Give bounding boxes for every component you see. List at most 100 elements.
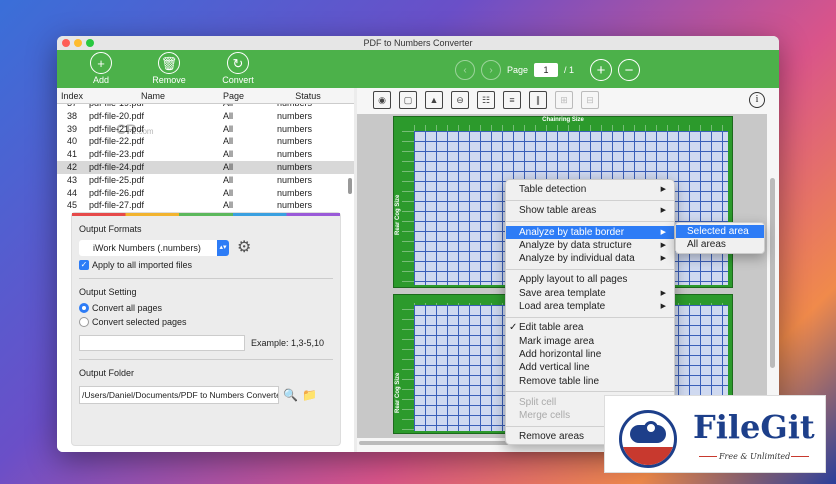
area-tools: ◉ ▢ ▲ ⊖ ☷ ≡ ∥ ⊞ ⊟ i: [357, 88, 779, 112]
vertical-line-icon[interactable]: ∥: [529, 91, 547, 109]
page-label: Page: [507, 65, 529, 75]
menu-item-table-detection[interactable]: Table detection ▶: [506, 183, 674, 196]
file-table-body: 37pdf-file-19.pdfAllnumbers38pdf-file-20…: [57, 104, 354, 212]
submenu-arrow-icon: ▶: [660, 186, 666, 193]
submenu-all-areas[interactable]: All areas: [676, 238, 764, 251]
format-select[interactable]: iWork Numbers (.numbers) ▴▾: [79, 240, 229, 256]
convert-all-radio[interactable]: Convert all pages: [79, 303, 333, 313]
menu-item-load-area-template[interactable]: Load area template ▶: [506, 300, 674, 313]
trash-icon: 🗑: [158, 52, 180, 74]
range-example: Example: 1,3-5,10: [251, 338, 325, 348]
table-row[interactable]: 41 pdf-file-23.pdf All numbers: [57, 148, 354, 161]
checkmark-icon: ✓: [509, 322, 518, 334]
output-setting-title: Output Setting: [79, 287, 137, 297]
remove-area-icon[interactable]: ⊖: [451, 91, 469, 109]
submenu-arrow-icon: ▶: [660, 241, 666, 249]
cell-name: pdf-file-24.pdf: [89, 161, 145, 172]
submenu: Selected area All areas: [675, 222, 765, 254]
file-list-scrollbar[interactable]: [348, 178, 352, 194]
cell-index: 41: [66, 149, 77, 160]
view-icon[interactable]: ◉: [373, 91, 391, 109]
merge-cells-icon[interactable]: ⊟: [581, 91, 599, 109]
color-strip: [72, 213, 340, 216]
cell-index: 45: [66, 200, 77, 211]
submenu-arrow-icon: ▶: [660, 289, 666, 297]
menu-separator: [506, 316, 674, 318]
window-title: PDF to Numbers Converter: [363, 38, 473, 48]
convert-button[interactable]: ↻ Convert: [216, 52, 260, 85]
remove-button[interactable]: 🗑 Remove: [147, 52, 191, 85]
table-row[interactable]: 38 pdf-file-20.pdf All numbers: [57, 110, 354, 123]
divider: [79, 359, 333, 360]
menu-item-show-table-areas[interactable]: Show table areas ▶: [506, 204, 674, 217]
menu-item-add-horizontal-line[interactable]: Add horizontal line: [506, 348, 674, 361]
convert-selected-radio[interactable]: Convert selected pages: [79, 317, 333, 327]
menu-item-analyze-by-table-border[interactable]: Analyze by table border ▶: [506, 225, 674, 239]
checkmark-icon: ✓: [79, 260, 89, 270]
previous-page-button[interactable]: ‹: [455, 60, 475, 80]
folder-icon[interactable]: 📁: [302, 388, 317, 402]
cell-name: pdf-file-25.pdf: [89, 174, 145, 185]
select-area-icon[interactable]: ▢: [399, 91, 417, 109]
info-icon[interactable]: i: [749, 92, 765, 108]
cell-index: 44: [66, 187, 77, 198]
split-cell-icon[interactable]: ⊞: [555, 91, 573, 109]
table-row[interactable]: 44 pdf-file-26.pdf All numbers: [57, 187, 354, 200]
menu-item-analyze-by-data-structure[interactable]: Analyze by data structure ▶: [506, 239, 674, 252]
next-page-button[interactable]: ›: [481, 60, 501, 80]
apply-all-checkbox[interactable]: ✓ Apply to all imported files: [79, 260, 333, 270]
radio-off-icon: [79, 317, 89, 327]
output-formats-title: Output Formats: [79, 224, 142, 234]
image-area-icon[interactable]: ▲: [425, 91, 443, 109]
cell-status: numbers: [277, 136, 313, 147]
cell-name: pdf-file-26.pdf: [89, 187, 145, 198]
column-index[interactable]: Index: [57, 88, 87, 103]
column-status[interactable]: Status: [273, 88, 343, 103]
submenu-arrow-icon: ▶: [660, 228, 666, 236]
menu-item-save-area-template[interactable]: Save area template ▶: [506, 287, 674, 300]
column-page[interactable]: Page: [219, 88, 273, 103]
cell-name: pdf-file-22.pdf: [89, 136, 145, 147]
filegit-badge: FileGit Free & Unlimited: [604, 395, 826, 473]
cell-status: numbers: [277, 187, 313, 198]
zoom-in-button[interactable]: +: [590, 59, 613, 81]
menu-item-edit-table-area[interactable]: ✓ Edit table area: [506, 321, 674, 334]
file-list-panel: Index Name Page Status 37pdf-file-19.pdf…: [57, 88, 354, 452]
column-name[interactable]: Name: [87, 88, 219, 103]
preview-vertical-scrollbar[interactable]: [770, 178, 775, 368]
minimize-window-button[interactable]: [74, 39, 82, 47]
page-range-input[interactable]: [79, 335, 245, 351]
header-column: [402, 131, 414, 285]
close-window-button[interactable]: [62, 39, 70, 47]
zoom-out-button[interactable]: −: [618, 59, 641, 81]
divider: [79, 278, 333, 279]
cell-page: All: [223, 149, 234, 160]
table-row[interactable]: 42 pdf-file-24.pdf All numbers: [57, 160, 354, 174]
table-row[interactable]: 39 pdf-file-21.pdf All numbers: [57, 123, 354, 136]
submenu-selected-area[interactable]: Selected area: [676, 225, 764, 239]
zoom-window-button[interactable]: [86, 39, 94, 47]
cell-name: pdf-file-27.pdf: [89, 200, 145, 211]
cell-index: 40: [66, 136, 77, 147]
table-row[interactable]: 43 pdf-file-25.pdf All numbers: [57, 174, 354, 187]
gear-icon[interactable]: ⚙: [237, 240, 251, 256]
output-folder-path[interactable]: /Users/Daniel/Documents/PDF to Numbers C…: [79, 386, 279, 404]
horizontal-line-icon[interactable]: ≡: [503, 91, 521, 109]
table-icon[interactable]: ☷: [477, 91, 495, 109]
add-button[interactable]: + Add: [79, 52, 123, 85]
header-column: [402, 309, 414, 431]
submenu-arrow-icon: ▶: [660, 303, 666, 311]
cell-status: numbers: [277, 149, 313, 160]
cell-page: All: [223, 187, 234, 198]
menu-item-apply-layout-to-all-pages[interactable]: Apply layout to all pages: [506, 273, 674, 286]
table-row[interactable]: 40 pdf-file-22.pdf All numbers: [57, 135, 354, 148]
menu-item-mark-image-area[interactable]: Mark image area: [506, 335, 674, 348]
search-folder-icon[interactable]: 🔍: [283, 388, 298, 402]
radio-on-icon: [79, 303, 89, 313]
menu-item-remove-table-line[interactable]: Remove table line: [506, 375, 674, 388]
watermark: CR.com: [116, 121, 154, 137]
page-number-input[interactable]: 1: [534, 63, 559, 77]
menu-item-add-vertical-line[interactable]: Add vertical line: [506, 361, 674, 374]
menu-item-analyze-by-individual-data[interactable]: Analyze by individual data ▶: [506, 252, 674, 265]
table-row[interactable]: 45 pdf-file-27.pdf All numbers: [57, 199, 354, 212]
